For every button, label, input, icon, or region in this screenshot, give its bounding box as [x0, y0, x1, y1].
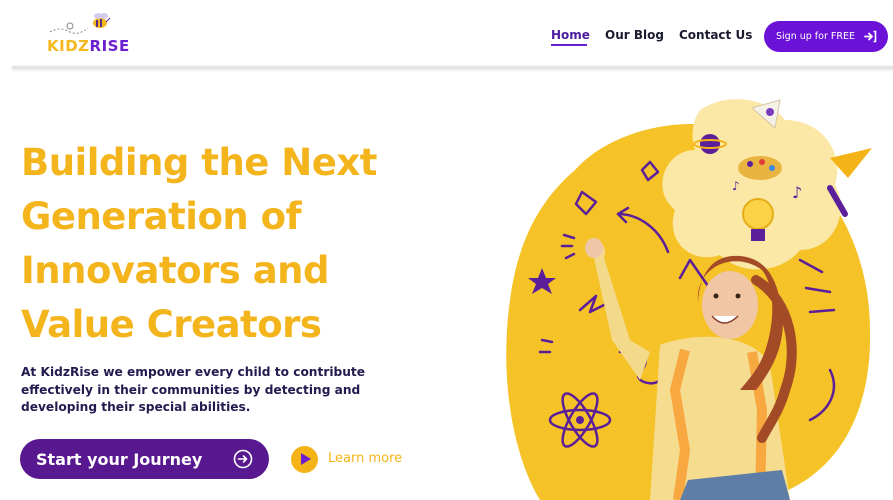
- learn-more-link[interactable]: Learn more: [328, 451, 402, 466]
- logo-wordmark-rise: RISE: [89, 37, 130, 55]
- nav-our-blog[interactable]: Our Blog: [605, 28, 664, 42]
- start-journey-button[interactable]: Start your Journey: [20, 439, 269, 479]
- signup-button[interactable]: Sign up for FREE: [764, 21, 888, 52]
- palette-icon: [738, 156, 782, 180]
- signup-button-label: Sign up for FREE: [776, 31, 855, 42]
- hero-title-line: Value Creators: [21, 303, 322, 346]
- hero-description-line: At KidzRise we empower every child to co…: [21, 365, 365, 379]
- music-note-icon: ♪: [792, 183, 802, 202]
- signup-arrow-icon: [864, 30, 877, 43]
- hero-title-line: Innovators and: [21, 249, 330, 292]
- nav-home[interactable]: Home: [551, 28, 590, 42]
- learn-more-play-button[interactable]: [291, 446, 318, 473]
- arrow-circle-right-icon: [233, 449, 253, 469]
- kidzrise-logo[interactable]: KIDZRISE: [40, 12, 140, 58]
- hero-illustration: ♪ ♪: [506, 99, 872, 500]
- play-icon: [301, 453, 311, 465]
- logo-wordmark: KIDZRISE: [47, 37, 130, 55]
- hero-description-line: developing their special abilities.: [21, 400, 251, 414]
- hero-description-line: effectively in their communities by dete…: [21, 382, 361, 397]
- nav-home-active-indicator: [551, 44, 587, 46]
- music-note-icon: ♪: [732, 179, 740, 193]
- hero-title: Building the Next Generation of Innovato…: [21, 136, 461, 352]
- start-journey-label: Start your Journey: [36, 449, 203, 469]
- logo-wordmark-kidz: KIDZ: [47, 37, 90, 55]
- nav-contact-us[interactable]: Contact Us: [679, 28, 752, 42]
- hero-title-line: Building the Next: [21, 141, 377, 184]
- site-header: KIDZRISE Home Our Blog Contact Us Sign u…: [0, 0, 893, 68]
- hero-description: At KidzRise we empower every child to co…: [21, 364, 441, 417]
- planet-icon: [700, 134, 720, 154]
- header-divider: [12, 66, 893, 69]
- hero-title-line: Generation of: [21, 195, 302, 238]
